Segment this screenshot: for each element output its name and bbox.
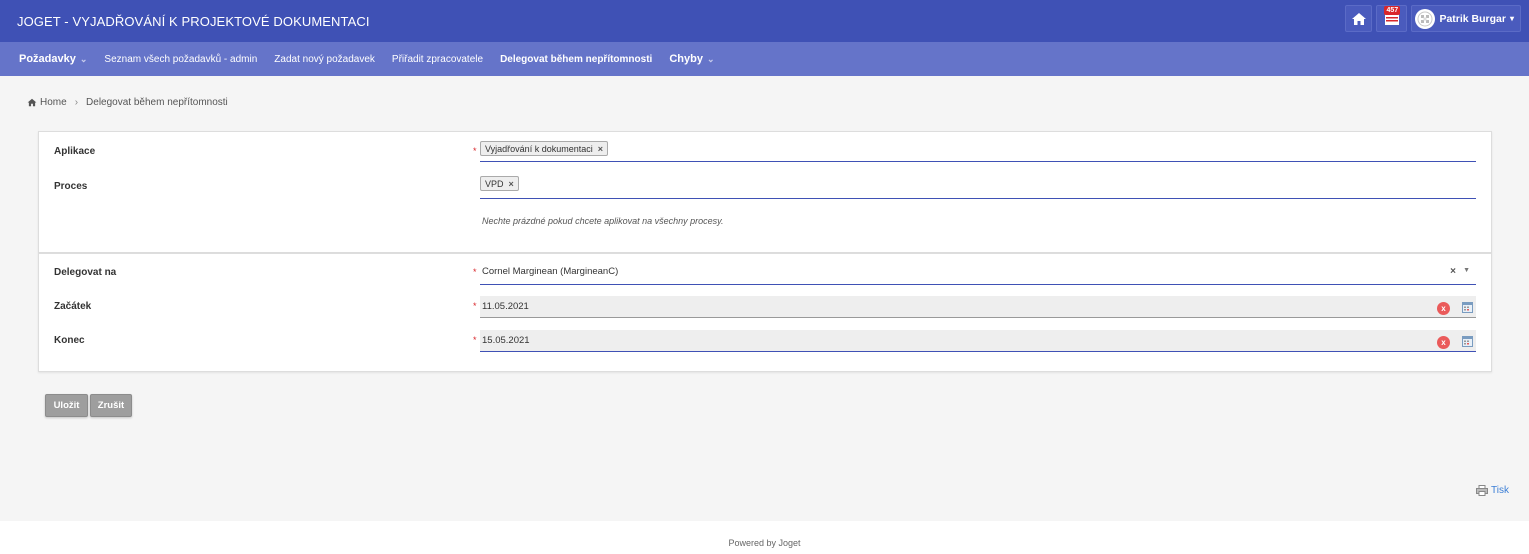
delegovat-value: Cornel Marginean (MargineanC) xyxy=(482,266,619,277)
form-section-application: Aplikace * Vyjadřování k dokumentaci × P… xyxy=(38,131,1492,253)
calendar-icon[interactable] xyxy=(1462,336,1473,347)
required-marker: * xyxy=(473,301,477,311)
nav-item-chyby[interactable]: Chyby ⌄ xyxy=(669,53,714,65)
main-nav: Požadavky ⌄ Seznam všech požadavků - adm… xyxy=(0,42,1529,76)
footer: Powered by Joget xyxy=(0,521,1529,554)
inbox-count-badge: 457 xyxy=(1384,6,1401,15)
nav-item-priradit[interactable]: Přiřadit zpracovatele xyxy=(392,54,483,65)
print-label: Tisk xyxy=(1491,485,1509,496)
footer-text: Powered by Joget xyxy=(728,538,801,548)
form-section-delegation: Delegovat na * Cornel Marginean (Margine… xyxy=(38,253,1492,372)
remove-icon[interactable]: × xyxy=(509,179,514,189)
zacatek-date-input[interactable]: 11.05.2021 x xyxy=(480,296,1476,318)
proces-label: Proces xyxy=(54,181,88,192)
aplikace-field[interactable]: Vyjadřování k dokumentaci × xyxy=(480,139,1476,162)
delegovat-label: Delegovat na xyxy=(54,267,117,278)
user-menu-button[interactable]: Patrik Burgar ▾ xyxy=(1411,5,1521,32)
print-link[interactable]: Tisk xyxy=(1476,485,1509,496)
nav-item-pozadavky[interactable]: Požadavky ⌄ xyxy=(19,53,87,65)
inbox-button[interactable]: 457 xyxy=(1376,5,1408,32)
nav-item-delegovat[interactable]: Delegovat během nepřítomnosti xyxy=(500,54,652,65)
nav-item-label: Seznam všech požadavků - admin xyxy=(104,53,258,65)
required-marker: * xyxy=(473,267,477,277)
chevron-down-icon: ⌄ xyxy=(79,53,88,64)
proces-chip-label: VPD xyxy=(485,178,504,189)
caret-down-icon: ▾ xyxy=(1509,14,1514,23)
avatar-icon xyxy=(1417,11,1433,26)
breadcrumb-home[interactable]: Home xyxy=(27,97,67,108)
clear-icon[interactable]: × xyxy=(1450,266,1456,277)
chevron-down-icon: ⌄ xyxy=(706,53,715,64)
nav-item-zadat[interactable]: Zadat nový požadavek xyxy=(274,54,375,65)
remove-icon[interactable]: × xyxy=(598,144,603,154)
save-button[interactable]: Uložit xyxy=(45,394,88,417)
dropdown-arrow-icon[interactable]: ▼ xyxy=(1463,267,1470,274)
nav-item-label: Delegovat během nepřítomnosti xyxy=(500,53,653,65)
printer-icon xyxy=(1476,485,1488,496)
chevron-right-icon: › xyxy=(74,97,79,108)
aplikace-chip: Vyjadřování k dokumentaci × xyxy=(480,141,608,156)
aplikace-chip-label: Vyjadřování k dokumentaci xyxy=(485,143,593,154)
app-header: JOGET - VYJADŘOVÁNÍ K PROJEKTOVÉ DOKUMEN… xyxy=(0,0,1529,42)
konec-label: Konec xyxy=(54,335,85,346)
konec-date-input[interactable]: 15.05.2021 x xyxy=(480,330,1476,352)
zacatek-value: 11.05.2021 xyxy=(482,301,529,312)
proces-field[interactable]: VPD × xyxy=(480,174,1476,199)
user-name: Patrik Burgar xyxy=(1439,12,1506,25)
clear-date-icon[interactable]: x xyxy=(1437,336,1450,349)
breadcrumb-home-label: Home xyxy=(40,97,67,108)
required-marker: * xyxy=(473,335,477,345)
konec-value: 15.05.2021 xyxy=(482,335,530,346)
nav-item-label: Zadat nový požadavek xyxy=(274,53,375,65)
home-icon xyxy=(1351,12,1366,25)
nav-item-label: Chyby xyxy=(669,53,703,65)
nav-item-label: Přiřadit zpracovatele xyxy=(391,53,484,65)
breadcrumb: Home › Delegovat během nepřítomnosti xyxy=(27,97,228,108)
avatar xyxy=(1415,8,1436,29)
home-button[interactable] xyxy=(1345,5,1373,32)
proces-hint: Nechte prázdné pokud chcete aplikovat na… xyxy=(482,216,724,226)
required-marker: * xyxy=(473,146,477,156)
aplikace-label: Aplikace xyxy=(54,146,96,157)
proces-chip: VPD × xyxy=(480,176,519,191)
delegovat-select[interactable]: Cornel Marginean (MargineanC) × ▼ xyxy=(480,260,1476,285)
app-title[interactable]: JOGET - VYJADŘOVÁNÍ K PROJEKTOVÉ DOKUMEN… xyxy=(17,14,370,29)
header-actions: 457 Patrik Burgar ▾ xyxy=(1345,5,1521,32)
calendar-icon[interactable] xyxy=(1462,302,1473,313)
nav-item-label: Požadavky xyxy=(19,53,76,65)
home-icon xyxy=(27,98,37,107)
clear-date-icon[interactable]: x xyxy=(1437,302,1450,315)
cancel-button[interactable]: Zrušit xyxy=(90,394,132,417)
zacatek-label: Začátek xyxy=(54,301,92,312)
nav-item-seznam[interactable]: Seznam všech požadavků - admin xyxy=(104,54,257,65)
breadcrumb-current: Delegovat během nepřítomnosti xyxy=(86,97,228,108)
